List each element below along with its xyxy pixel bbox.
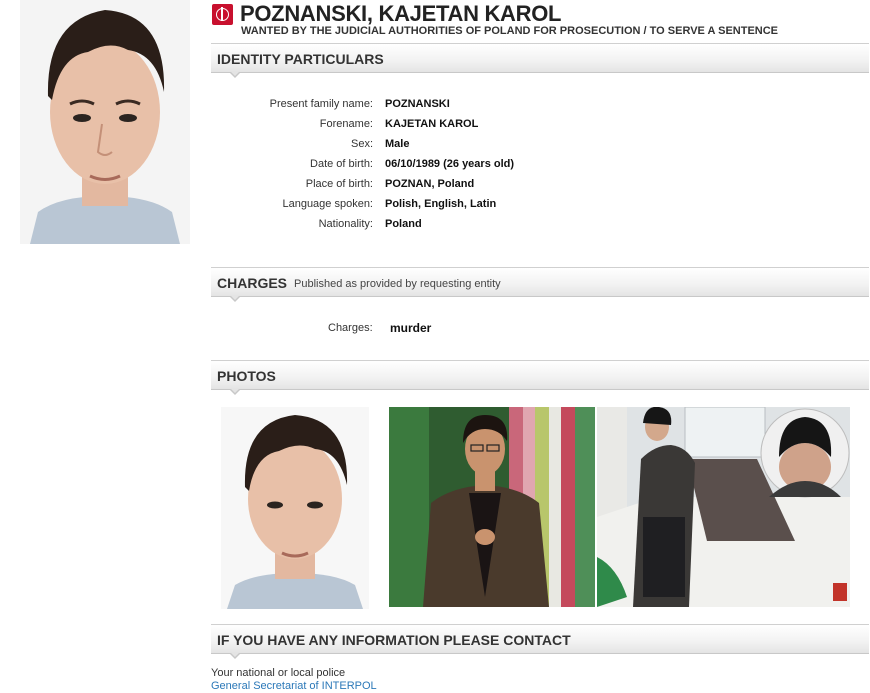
section-notch — [229, 652, 241, 659]
identity-label: Nationality: — [318, 218, 373, 230]
identity-value: POZNAN, Poland — [385, 178, 475, 190]
interpol-contact-link[interactable]: General Secretariat of INTERPOL — [211, 680, 377, 692]
photo-thumbnail-surveillance-1[interactable] — [389, 407, 595, 607]
identity-value: Male — [385, 138, 410, 150]
identity-label: Place of birth: — [305, 178, 373, 190]
identity-label: Date of birth: — [310, 158, 373, 170]
identity-label: Forename: — [319, 118, 373, 130]
identity-value: Polish, English, Latin — [385, 198, 497, 210]
identity-row: Place of birth: POZNAN, Poland — [211, 178, 811, 198]
contact-section-title: IF YOU HAVE ANY INFORMATION PLEASE CONTA… — [217, 632, 571, 648]
identity-row: Sex: Male — [211, 138, 811, 158]
section-notch — [229, 71, 241, 78]
identity-value: 06/10/1989 (26 years old) — [385, 158, 515, 170]
main-portrait-photo — [20, 0, 190, 244]
identity-row: Present family name: POZNANSKI — [211, 98, 811, 118]
identity-value: Poland — [385, 218, 422, 230]
wanted-subtitle: WANTED BY THE JUDICIAL AUTHORITIES OF PO… — [241, 25, 779, 37]
charges-label: Charges: — [328, 322, 373, 334]
photo-thumbnail-surveillance-2[interactable] — [597, 407, 850, 607]
photo-thumbnail-portrait[interactable] — [221, 407, 369, 609]
identity-section-header: IDENTITY PARTICULARS — [211, 43, 869, 78]
page-title: POZNANSKI, KAJETAN KAROL — [240, 1, 562, 26]
charges-section-title: CHARGES — [217, 275, 288, 291]
identity-row: Forename: KAJETAN KAROL — [211, 118, 811, 138]
charges-section-subtitle: Published as provided by requesting enti… — [294, 278, 501, 290]
charges-value: murder — [390, 321, 432, 335]
identity-row: Language spoken: Polish, English, Latin — [211, 198, 811, 218]
identity-value: KAJETAN KAROL — [385, 118, 479, 130]
section-notch — [229, 295, 241, 302]
photos-section-title: PHOTOS — [217, 368, 276, 384]
contact-section-header: IF YOU HAVE ANY INFORMATION PLEASE CONTA… — [211, 624, 869, 659]
section-notch — [229, 388, 241, 395]
photos-section-header: PHOTOS — [211, 360, 869, 395]
identity-row: Nationality: Poland — [211, 218, 811, 238]
identity-label: Present family name: — [269, 98, 373, 110]
identity-label: Language spoken: — [282, 198, 373, 210]
charges-section-header: CHARGES Published as provided by request… — [211, 267, 869, 302]
contact-line: Your national or local police — [211, 667, 346, 679]
interpol-logo-icon — [212, 4, 233, 25]
identity-row: Date of birth: 06/10/1989 (26 years old) — [211, 158, 811, 178]
identity-section-title: IDENTITY PARTICULARS — [217, 51, 384, 67]
identity-value: POZNANSKI — [385, 98, 450, 110]
identity-label: Sex: — [350, 138, 373, 150]
